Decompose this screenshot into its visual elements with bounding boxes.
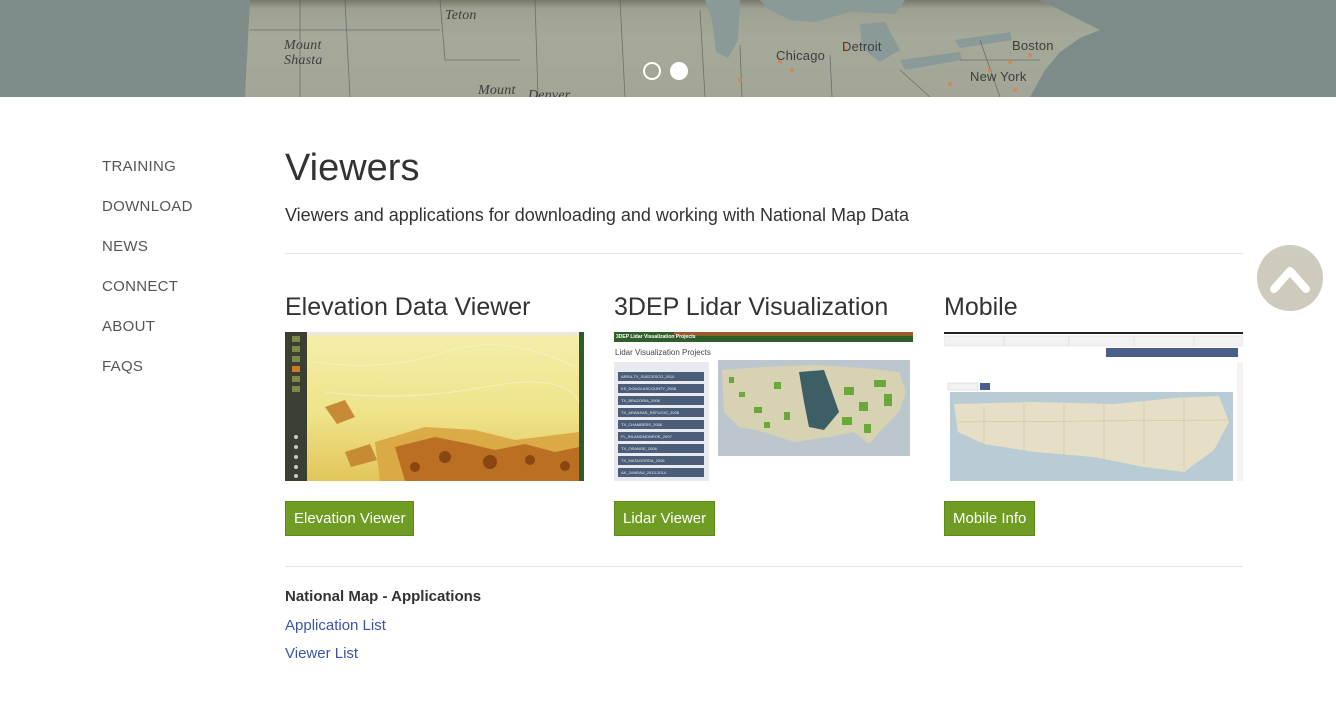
lidar-thumb-item: TX_MATAGORDA_2006 (618, 456, 704, 465)
elevation-viewer-thumbnail[interactable] (285, 332, 584, 481)
viewer-list-link[interactable]: Viewer List (285, 645, 481, 662)
mobile-thumbnail[interactable] (944, 332, 1243, 481)
city-label: Boston (1012, 38, 1054, 53)
carousel-dot-1[interactable] (643, 62, 661, 80)
applications-section: National Map - Applications Application … (285, 588, 481, 662)
lidar-thumb-item: KS_DOUGLASCOUNTY_2008 (618, 384, 704, 393)
nav-item-training[interactable]: TRAINING (102, 158, 252, 198)
applications-heading: National Map - Applications (285, 588, 482, 605)
elevation-viewer-button[interactable]: Elevation Viewer (285, 501, 415, 536)
card-title: 3DEP Lidar Visualization (614, 293, 889, 321)
hero-banner: Teton Mount Shasta Mount Denver Chicago … (0, 0, 1336, 97)
card-mobile: Mobile Mobile Info (944, 292, 1243, 536)
card-title: Mobile (944, 293, 1018, 321)
chevron-up-icon (1270, 267, 1310, 293)
lidar-viewer-thumbnail[interactable]: 3DEP Lidar Visualization Projects Lidar … (614, 332, 913, 481)
hero-map (0, 0, 1336, 97)
nav-item-connect[interactable]: CONNECT (102, 278, 252, 318)
lidar-thumb-item: TX_BRAZORIA_2006 (618, 396, 704, 405)
lidar-thumb-item: FL_INLANDMONROE_2007 (618, 432, 704, 441)
page-subtitle: Viewers and applications for downloading… (285, 205, 910, 225)
side-nav: TRAINING DOWNLOAD NEWS CONNECT ABOUT FAQ… (102, 158, 252, 398)
lidar-thumb-item: AK_JUNEAU_2013-2014 (618, 468, 704, 477)
lidar-viewer-button[interactable]: Lidar Viewer (614, 501, 716, 536)
city-label: New York (970, 69, 1027, 84)
lidar-thumb-item: TX_ARANSAS_REFUGIO_2006 (618, 408, 704, 417)
scroll-to-top-button[interactable] (1257, 245, 1323, 311)
nav-item-about[interactable]: ABOUT (102, 318, 252, 358)
city-label: Teton (445, 8, 477, 23)
mobile-info-button[interactable]: Mobile Info (944, 501, 1036, 536)
city-label: Mount Shasta (284, 38, 323, 68)
lidar-thumb-header: 3DEP Lidar Visualization Projects (616, 334, 696, 340)
card-lidar: 3DEP Lidar Visualization 3DEP Lidar Visu… (614, 292, 913, 536)
city-label: Chicago (776, 48, 826, 63)
page-title: Viewers (285, 147, 420, 189)
city-label: Detroit (842, 39, 882, 54)
main-content: Viewers Viewers and applications for dow… (285, 146, 1243, 226)
nav-item-news[interactable]: NEWS (102, 238, 252, 278)
carousel-dot-2[interactable] (670, 62, 688, 80)
divider (285, 566, 1243, 567)
lidar-thumb-item: TX_ORANGE_2006 (618, 444, 704, 453)
city-label: Denver (528, 88, 571, 97)
divider (285, 253, 1243, 254)
lidar-thumb-item: TX_CHAMBERS_2006 (618, 420, 704, 429)
application-list-link[interactable]: Application List (285, 617, 481, 634)
lidar-thumb-heading: Lidar Visualization Projects (615, 348, 711, 357)
card-title: Elevation Data Viewer (285, 293, 531, 321)
nav-item-faqs[interactable]: FAQS (102, 358, 252, 398)
nav-item-download[interactable]: DOWNLOAD (102, 198, 252, 238)
card-elevation: Elevation Data Viewer Elevation Viewer (285, 292, 584, 536)
lidar-thumb-item: ARRA-TX_SUECESCO_2010 (618, 372, 704, 381)
city-label: Mount (478, 83, 516, 97)
